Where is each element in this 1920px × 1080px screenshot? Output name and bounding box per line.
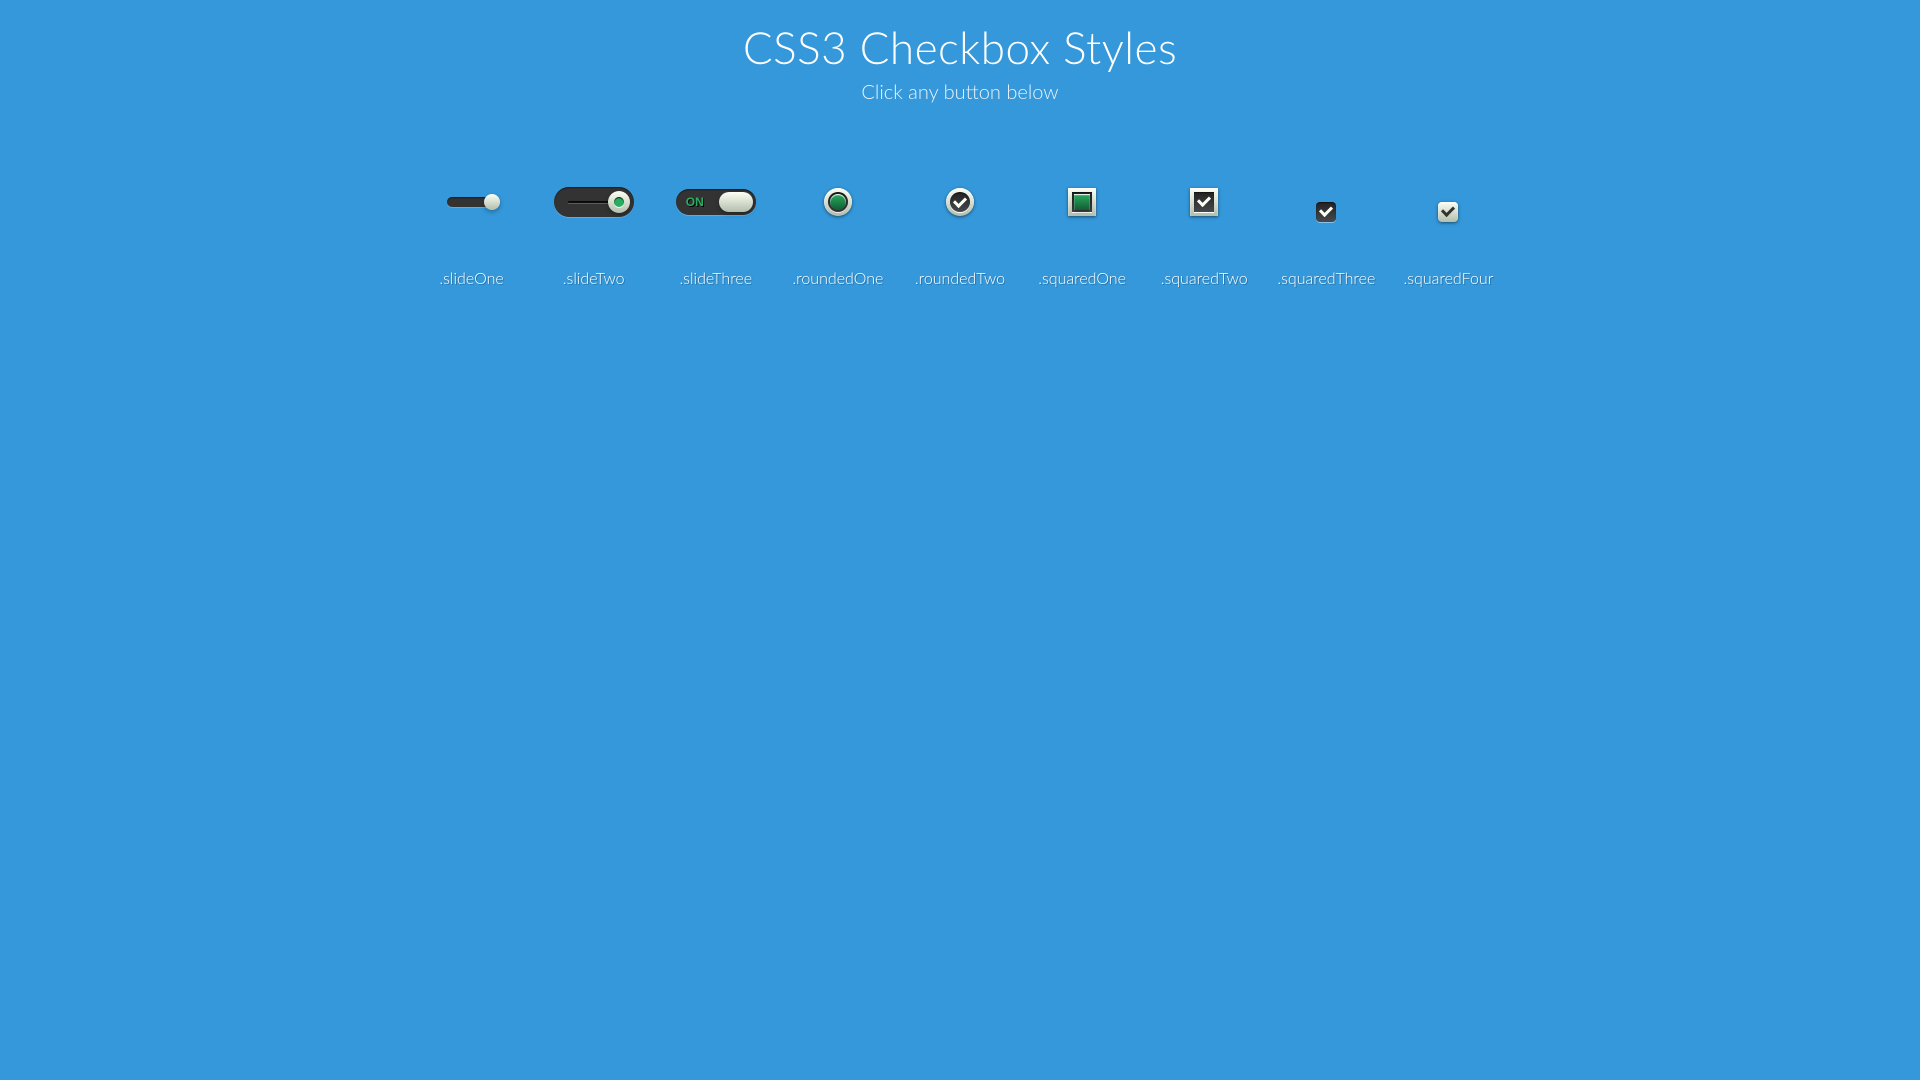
rounded-one-checkbox[interactable] — [824, 188, 852, 216]
demo-label: .squaredOne — [1023, 269, 1141, 288]
squared-one-checkbox[interactable] — [1068, 188, 1096, 216]
page-subtitle: Click any button below — [0, 80, 1920, 104]
squared-one-inner[interactable] — [1072, 192, 1092, 212]
checkbox-gallery: .slideOne .slideTwo ON .slideThree — [380, 174, 1540, 288]
rounded-two-checkbox[interactable] — [946, 188, 974, 216]
slide-three-knob[interactable] — [719, 192, 753, 212]
slide-three-on-text: ON — [686, 189, 704, 215]
demo-squared-one: .squaredOne — [1023, 174, 1141, 288]
demo-label: .squaredTwo — [1145, 269, 1263, 288]
slide-one-knob[interactable] — [484, 194, 500, 210]
rounded-one-inner[interactable] — [828, 192, 848, 212]
squared-two-inner[interactable] — [1194, 192, 1214, 212]
slide-two-toggle[interactable] — [554, 187, 634, 217]
demo-rounded-one: .roundedOne — [779, 174, 897, 288]
demo-slide-two: .slideTwo — [535, 174, 653, 288]
demo-squared-two: .squaredTwo — [1145, 174, 1263, 288]
slide-one-toggle[interactable] — [447, 197, 497, 207]
demo-label: .squaredThree — [1267, 269, 1385, 288]
demo-label: .roundedOne — [779, 269, 897, 288]
demo-rounded-two: .roundedTwo — [901, 174, 1019, 288]
squared-three-inner[interactable] — [1316, 202, 1336, 222]
squared-four-inner[interactable] — [1438, 202, 1458, 222]
demo-label: .slideThree — [657, 269, 775, 288]
rounded-two-inner[interactable] — [950, 192, 970, 212]
slide-three-toggle[interactable]: ON — [676, 189, 756, 215]
page-title: CSS3 Checkbox Styles — [0, 22, 1920, 74]
demo-label: .squaredFour — [1389, 269, 1507, 288]
demo-label: .slideOne — [413, 269, 531, 288]
squared-two-checkbox[interactable] — [1190, 188, 1218, 216]
demo-slide-one: .slideOne — [413, 174, 531, 288]
demo-squared-four: .squaredFour — [1389, 174, 1507, 288]
demo-slide-three: ON .slideThree — [657, 174, 775, 288]
demo-squared-three: .squaredThree — [1267, 174, 1385, 288]
demo-label: .slideTwo — [535, 269, 653, 288]
demo-label: .roundedTwo — [901, 269, 1019, 288]
slide-two-knob[interactable] — [608, 191, 630, 213]
